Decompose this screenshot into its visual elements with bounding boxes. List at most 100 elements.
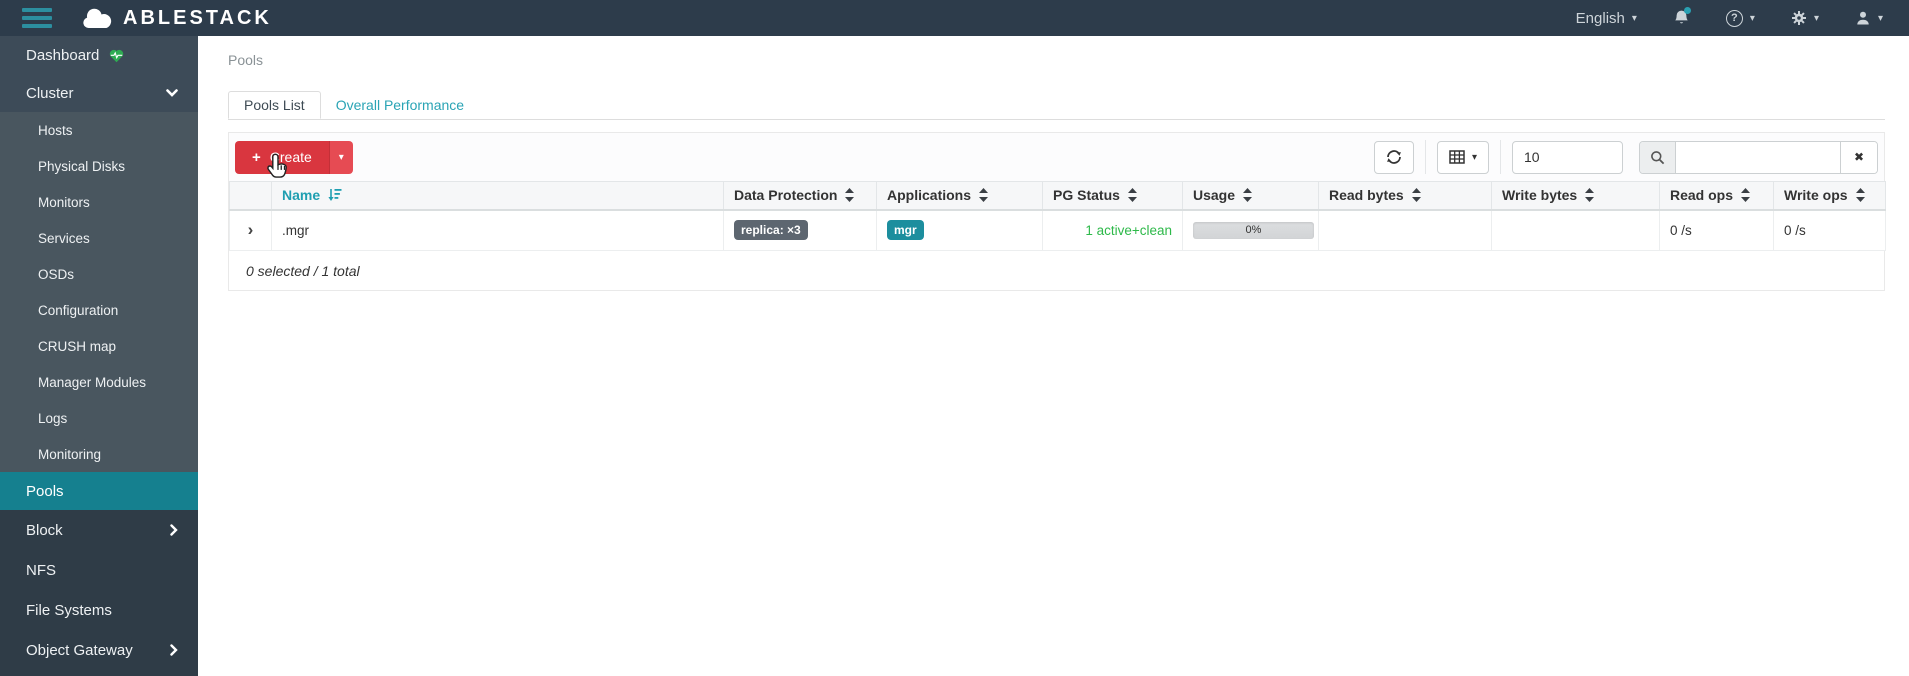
header-name[interactable]: Name [271,181,724,211]
sidebar-item-cluster[interactable]: Cluster [0,74,198,112]
cloud-logo-icon [83,8,112,28]
header-read-bytes[interactable]: Read bytes [1318,181,1492,211]
hamburger-menu-icon[interactable] [22,8,52,28]
sort-both-icon [1127,188,1137,203]
refresh-button[interactable] [1374,140,1414,174]
cell-name: .mgr [271,209,724,251]
cell-applications: mgr [876,209,1043,251]
settings-dropdown[interactable]: ▾ [1791,10,1819,26]
cell-usage: 0% [1182,209,1319,251]
sidebar-item-logs[interactable]: Logs [0,400,198,436]
sidebar-nav: Dashboard Cluster Hosts Physical Disks M… [0,36,198,676]
cell-write-ops: 0 /s [1773,209,1886,251]
sidebar-item-configuration[interactable]: Configuration [0,292,198,328]
sidebar-item-object-gateway[interactable]: Object Gateway [0,630,198,670]
clear-search-button[interactable]: ✖ [1840,141,1877,173]
chevron-down-icon: ▾ [1631,12,1637,24]
header-applications[interactable]: Applications [876,181,1043,211]
table-row[interactable]: › .mgr replica: ×3 mgr 1 active+clean 0%… [229,209,1886,251]
brand-name: ABLESTACK [123,6,272,29]
sidebar-item-monitoring[interactable]: Monitoring [0,436,198,472]
cell-pg-status: 1 active+clean [1042,209,1183,251]
header-write-bytes[interactable]: Write bytes [1491,181,1660,211]
replica-badge: replica: ×3 [734,220,808,241]
main-content: Pools Pools List Overall Performance + C… [198,36,1909,676]
application-badge: mgr [887,220,924,241]
breadcrumb: Pools [228,52,264,68]
header-write-ops[interactable]: Write ops [1773,181,1886,211]
tab-bar: Pools List Overall Performance [228,91,1885,120]
plus-icon: + [252,148,261,166]
cell-read-ops: 0 /s [1659,209,1774,251]
cluster-label: Cluster [26,84,74,102]
language-label: English [1575,9,1625,27]
health-heart-icon [108,48,125,63]
sort-both-icon [845,188,855,203]
create-split-button: + Create ▾ [235,140,353,174]
clear-x-icon: ✖ [1853,150,1865,164]
row-expand-toggle[interactable]: › [229,209,272,251]
notification-badge [1683,7,1691,14]
cell-data-protection: replica: ×3 [723,209,877,251]
table-toolbar: + Create ▾ ▾ 10 ✖ [229,133,1884,181]
chevron-right-icon [170,644,178,656]
sort-both-icon [1411,188,1421,203]
header-pg-status[interactable]: PG Status [1042,181,1183,211]
toolbar-separator [1425,140,1426,174]
cell-write-bytes [1491,209,1660,251]
toolbar-separator [1500,140,1501,174]
sidebar-item-osds[interactable]: OSDs [0,256,198,292]
chevron-down-icon: ▾ [1877,12,1883,24]
tab-pools-list[interactable]: Pools List [228,91,321,119]
pools-table-panel: + Create ▾ ▾ 10 ✖ Name Data Protection A… [228,132,1886,291]
gear-icon [1791,11,1806,25]
file-systems-label: File Systems [26,601,112,619]
cell-read-bytes [1318,209,1492,251]
chevron-right-icon [170,524,178,536]
sidebar-item-physical-disks[interactable]: Physical Disks [0,148,198,184]
create-dropdown-toggle[interactable]: ▾ [328,140,353,174]
chevron-down-icon: ▾ [338,151,344,163]
chevron-down-icon [166,89,178,97]
sort-both-icon [1741,188,1751,203]
sidebar-item-crush-map[interactable]: CRUSH map [0,328,198,364]
search-group: ✖ [1639,140,1878,174]
notifications-button[interactable] [1673,7,1691,27]
selection-status: 0 selected / 1 total [246,262,360,279]
help-dropdown[interactable]: ? ▾ [1725,9,1755,27]
chevron-down-icon: ▾ [1471,151,1478,163]
search-icon [1640,141,1676,173]
user-dropdown[interactable]: ▾ [1855,10,1883,26]
sidebar-item-nfs[interactable]: NFS [0,550,198,590]
sidebar-item-monitors[interactable]: Monitors [0,184,198,220]
chevron-down-icon: ▾ [1813,12,1819,24]
sort-both-icon [979,188,989,203]
columns-dropdown-button[interactable]: ▾ [1437,140,1489,174]
sidebar-item-hosts[interactable]: Hosts [0,112,198,148]
tab-overall-performance[interactable]: Overall Performance [321,91,479,119]
sidebar-item-file-systems[interactable]: File Systems [0,590,198,630]
sort-descending-icon [328,189,342,202]
header-data-protection[interactable]: Data Protection [723,181,877,211]
cluster-submenu: Hosts Physical Disks Monitors Services O… [0,112,198,472]
header-usage[interactable]: Usage [1182,181,1319,211]
sidebar-item-dashboard[interactable]: Dashboard [0,36,198,74]
pools-label: Pools [26,482,64,500]
header-expand [229,181,272,211]
page-size-input[interactable] [1512,140,1623,174]
sidebar-item-block[interactable]: Block [0,510,198,550]
user-icon [1857,11,1869,25]
create-button-label: Create [269,149,312,165]
sidebar-item-pools[interactable]: Pools [0,472,198,510]
create-button[interactable]: + Create [235,140,329,174]
sort-both-icon [1243,188,1253,203]
search-input[interactable] [1676,141,1840,173]
sidebar-item-manager-modules[interactable]: Manager Modules [0,364,198,400]
block-label: Block [26,521,63,539]
table-grid-icon [1449,150,1465,164]
sidebar-item-services[interactable]: Services [0,220,198,256]
dashboard-label: Dashboard [26,46,100,64]
brand-logo[interactable]: ABLESTACK [80,7,272,30]
header-read-ops[interactable]: Read ops [1659,181,1774,211]
language-dropdown[interactable]: English ▾ [1576,10,1637,27]
